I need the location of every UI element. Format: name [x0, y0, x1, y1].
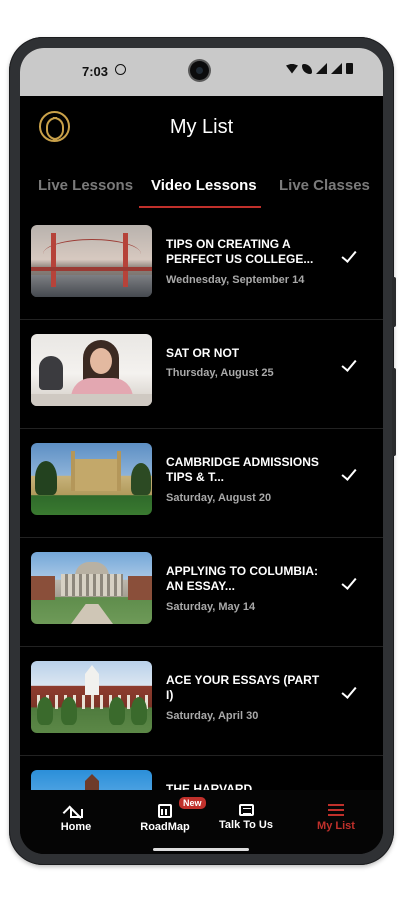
nav-my-list[interactable]: My List: [301, 804, 371, 832]
checkmark-icon[interactable]: [340, 357, 358, 375]
front-camera: [190, 61, 209, 80]
status-bar: 7:03: [20, 48, 383, 96]
list-item[interactable]: ACE YOUR ESSAYS (PART I) Saturday, April…: [20, 647, 383, 756]
status-icons: [286, 63, 353, 74]
checkmark-icon[interactable]: [340, 575, 358, 593]
tab-live-lessons[interactable]: Live Lessons: [38, 177, 133, 194]
screen: 7:03 My List Live Lessons Video Lessons …: [20, 48, 383, 854]
volume-button: [392, 368, 396, 456]
thumbnail-dartmouth-hall: [31, 661, 152, 733]
nav-label: Talk To Us: [219, 819, 273, 831]
bottom-nav: Home RoadMap New Talk To Us My List: [20, 790, 383, 854]
whatsapp-icon: [115, 64, 126, 75]
thumbnail-columbia-library: [31, 552, 152, 624]
list-item[interactable]: TIPS ON CREATING A PERFECT US COLLEGE...…: [20, 211, 383, 320]
calendar-icon: [158, 804, 172, 818]
checkmark-icon[interactable]: [340, 466, 358, 484]
lesson-date: Thursday, August 25: [166, 367, 274, 379]
nav-label: RoadMap: [140, 821, 190, 833]
lesson-title: CAMBRIDGE ADMISSIONS TIPS & T...: [166, 455, 319, 484]
thumbnail-students-taking-exam: [31, 334, 152, 406]
home-icon: [69, 809, 83, 818]
signal-icon: [316, 63, 327, 74]
lesson-date: Saturday, August 20: [166, 492, 272, 504]
lesson-title: SAT OR NOT: [166, 346, 240, 360]
tab-video-lessons[interactable]: Video Lessons: [151, 177, 257, 194]
tab-live-classes[interactable]: Live Classes: [279, 177, 370, 194]
list-item[interactable]: APPLYING TO COLUMBIA: AN ESSAY... Saturd…: [20, 538, 383, 647]
active-tab-indicator: [139, 206, 261, 208]
nav-home[interactable]: Home: [41, 804, 111, 833]
wifi-icon: [286, 63, 298, 74]
page-title: My List: [169, 116, 234, 138]
lesson-title: ACE YOUR ESSAYS (PART I): [166, 673, 320, 702]
checkmark-icon[interactable]: [340, 248, 358, 266]
tab-bar: Live Lessons Video Lessons Live Classes: [20, 168, 383, 208]
lesson-date: Saturday, May 14: [166, 601, 256, 613]
thumbnail-golden-gate-bridge: [31, 225, 152, 297]
signal-icon: [331, 63, 342, 74]
battery-icon: [346, 63, 353, 74]
list-icon: [328, 804, 344, 817]
wifi-calling-icon: [302, 63, 312, 74]
video-lesson-list: TIPS ON CREATING A PERFECT US COLLEGE...…: [20, 211, 383, 854]
app-header: My List: [20, 96, 383, 156]
list-item[interactable]: SAT OR NOT Thursday, August 25: [20, 320, 383, 429]
power-button: [392, 277, 396, 327]
lesson-title: TIPS ON CREATING A PERFECT US COLLEGE...: [166, 237, 314, 266]
lesson-date: Wednesday, September 14: [166, 274, 305, 286]
nav-talk-to-us[interactable]: Talk To Us: [211, 804, 281, 831]
nav-label: My List: [317, 820, 355, 832]
lesson-title: APPLYING TO COLUMBIA: AN ESSAY...: [166, 564, 319, 593]
checkmark-icon[interactable]: [340, 684, 358, 702]
new-badge: New: [179, 797, 206, 809]
phone-frame: 7:03 My List Live Lessons Video Lessons …: [9, 37, 394, 865]
thumbnail-cambridge-college: [31, 443, 152, 515]
list-item[interactable]: CAMBRIDGE ADMISSIONS TIPS & T... Saturda…: [20, 429, 383, 538]
home-indicator[interactable]: [153, 848, 249, 851]
chat-icon: [238, 804, 254, 816]
lesson-date: Saturday, April 30: [166, 710, 259, 722]
status-time: 7:03: [82, 64, 109, 79]
